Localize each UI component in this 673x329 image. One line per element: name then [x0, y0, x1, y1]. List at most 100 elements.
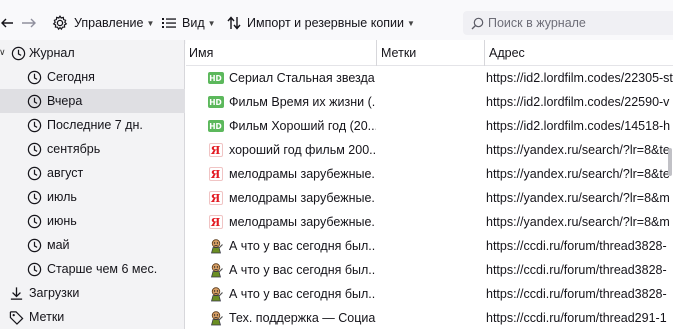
- sidebar-item-label: Загрузки: [29, 286, 80, 300]
- row-url: https://ccdi.ru/forum/thread3828-: [486, 263, 667, 277]
- table-row[interactable]: Я хороший год фильм 200... https://yande…: [186, 138, 673, 162]
- clock-icon: [26, 237, 42, 253]
- hd-favicon-icon: HD: [207, 96, 224, 108]
- back-arrow-icon[interactable]: [0, 12, 14, 34]
- row-url: https://ccdi.ru/forum/thread291-1: [486, 311, 667, 325]
- ccdi-favicon-icon: [207, 310, 224, 326]
- yandex-favicon-icon: Я: [207, 190, 224, 206]
- import-export-arrows-icon: [227, 16, 241, 30]
- sidebar-item-downloads[interactable]: Загрузки: [0, 281, 185, 305]
- table-row[interactable]: HD Фильм Хороший год (20... https://id2.…: [186, 114, 673, 138]
- sidebar-item-september[interactable]: сентябрь: [0, 137, 185, 161]
- sidebar-item-label: Старше чем 6 мес.: [47, 262, 158, 276]
- organize-label: Управление: [74, 16, 144, 30]
- toolbar: Управление ▼ Вид ▼ Импорт и резервные ко…: [0, 0, 673, 44]
- row-url: https://id2.lordfilm.codes/14518-h: [486, 119, 671, 133]
- row-name: А что у вас сегодня был...: [229, 287, 376, 301]
- sidebar-item-last-7-days[interactable]: Последние 7 дн.: [0, 113, 185, 137]
- hd-favicon-icon: HD: [207, 120, 224, 132]
- table-row[interactable]: Я мелодрамы зарубежные... https://yandex…: [186, 162, 673, 186]
- row-url: https://id2.lordfilm.codes/22590-v: [486, 95, 670, 109]
- row-name: Фильм Время их жизни (...: [229, 95, 376, 109]
- list-icon: [162, 17, 176, 29]
- history-table: Имя Метки Адрес HD Сериал Стальная звезд…: [186, 40, 673, 329]
- vertical-scrollbar[interactable]: [668, 148, 672, 176]
- sidebar-item-august[interactable]: август: [0, 161, 185, 185]
- column-header-url[interactable]: Адрес: [484, 40, 673, 66]
- table-row[interactable]: Я мелодрамы зарубежные... https://yandex…: [186, 186, 673, 210]
- row-url: https://ccdi.ru/forum/thread3828-: [486, 239, 667, 253]
- clock-icon: [26, 165, 42, 181]
- gear-icon: [52, 15, 68, 31]
- sidebar-item-today[interactable]: Сегодня: [0, 65, 185, 89]
- table-row[interactable]: HD Фильм Время их жизни (... https://id2…: [186, 90, 673, 114]
- table-row[interactable]: А что у вас сегодня был... https://ccdi.…: [186, 282, 673, 306]
- chevron-down-icon: ▼: [146, 18, 155, 28]
- sidebar-item-label: Журнал: [29, 46, 75, 60]
- sidebar-item-may[interactable]: май: [0, 233, 185, 257]
- clock-icon: [26, 189, 42, 205]
- sidebar-item-label: сентябрь: [47, 142, 101, 156]
- row-name: мелодрамы зарубежные...: [229, 191, 376, 205]
- sidebar-item-older-than-6-months[interactable]: Старше чем 6 мес.: [0, 257, 185, 281]
- sidebar-item-label: июнь: [47, 214, 77, 228]
- import-backup-menu-button[interactable]: Импорт и резервные копии ▼: [227, 12, 415, 34]
- column-header-tags[interactable]: Метки: [376, 40, 484, 66]
- clock-icon: [10, 45, 26, 61]
- views-label: Вид: [182, 16, 205, 30]
- yandex-favicon-icon: Я: [207, 166, 224, 182]
- sidebar-item-label: Последние 7 дн.: [47, 118, 143, 132]
- tag-icon: [8, 309, 24, 325]
- sidebar-item-june[interactable]: июнь: [0, 209, 185, 233]
- sidebar-item-july[interactable]: июль: [0, 185, 185, 209]
- sidebar-item-history[interactable]: ∨ Журнал: [0, 41, 185, 65]
- table-header: Имя Метки Адрес: [186, 40, 673, 66]
- row-name: Тех. поддержка — Социа...: [229, 311, 376, 325]
- ccdi-favicon-icon: [207, 286, 224, 302]
- row-url: https://yandex.ru/search/?lr=8&m: [486, 191, 670, 205]
- row-url: https://yandex.ru/search/?lr=8&te: [486, 167, 670, 181]
- search-input[interactable]: [488, 16, 668, 30]
- download-icon: [8, 285, 24, 301]
- clock-icon: [26, 261, 42, 277]
- column-header-name[interactable]: Имя: [186, 40, 376, 66]
- sidebar-item-label: май: [47, 238, 70, 252]
- row-name: Сериал Стальная звезда ...: [229, 71, 376, 85]
- sidebar-item-label: Вчера: [47, 94, 83, 108]
- import-backup-label: Импорт и резервные копии: [247, 16, 405, 30]
- row-name: Фильм Хороший год (20...: [229, 119, 376, 133]
- table-row[interactable]: А что у вас сегодня был... https://ccdi.…: [186, 258, 673, 282]
- yandex-favicon-icon: Я: [207, 142, 224, 158]
- sidebar-item-yesterday[interactable]: Вчера: [0, 89, 185, 113]
- row-name: мелодрамы зарубежные...: [229, 167, 376, 181]
- sidebar-tree: ∨ Журнал Сегодня Вчера Последние 7 дн. с…: [0, 40, 185, 329]
- chevron-down-icon: ▼: [407, 18, 415, 28]
- row-name: мелодрамы зарубежные...: [229, 215, 376, 229]
- chevron-down-icon: ▼: [207, 18, 216, 28]
- clock-icon: [26, 69, 42, 85]
- sidebar-item-tags[interactable]: Метки: [0, 305, 185, 329]
- search-box[interactable]: [463, 11, 673, 35]
- row-url: https://yandex.ru/search/?lr=8&m: [486, 215, 670, 229]
- table-row[interactable]: Я мелодрамы зарубежные... https://yandex…: [186, 210, 673, 234]
- row-name: А что у вас сегодня был...: [229, 239, 376, 253]
- table-row[interactable]: HD Сериал Стальная звезда ... https://id…: [186, 66, 673, 90]
- clock-icon: [26, 213, 42, 229]
- ccdi-favicon-icon: [207, 238, 224, 254]
- hd-favicon-icon: HD: [207, 72, 224, 84]
- clock-icon: [26, 117, 42, 133]
- clock-icon: [26, 141, 42, 157]
- views-menu-button[interactable]: Вид ▼: [162, 12, 216, 34]
- sidebar-item-label: август: [47, 166, 84, 180]
- row-name: А что у вас сегодня был...: [229, 263, 376, 277]
- forward-arrow-icon[interactable]: [21, 12, 37, 34]
- organize-menu-button[interactable]: Управление ▼: [52, 12, 154, 34]
- row-url: https://yandex.ru/search/?lr=8&te: [486, 143, 670, 157]
- sidebar-item-label: Сегодня: [47, 70, 95, 84]
- ccdi-favicon-icon: [207, 262, 224, 278]
- table-row[interactable]: Тех. поддержка — Социа... https://ccdi.r…: [186, 306, 673, 329]
- row-name: хороший год фильм 200...: [229, 143, 376, 157]
- table-row[interactable]: А что у вас сегодня был... https://ccdi.…: [186, 234, 673, 258]
- row-url: https://ccdi.ru/forum/thread3828-: [486, 287, 667, 301]
- collapse-chevron-icon[interactable]: ∨: [0, 47, 6, 58]
